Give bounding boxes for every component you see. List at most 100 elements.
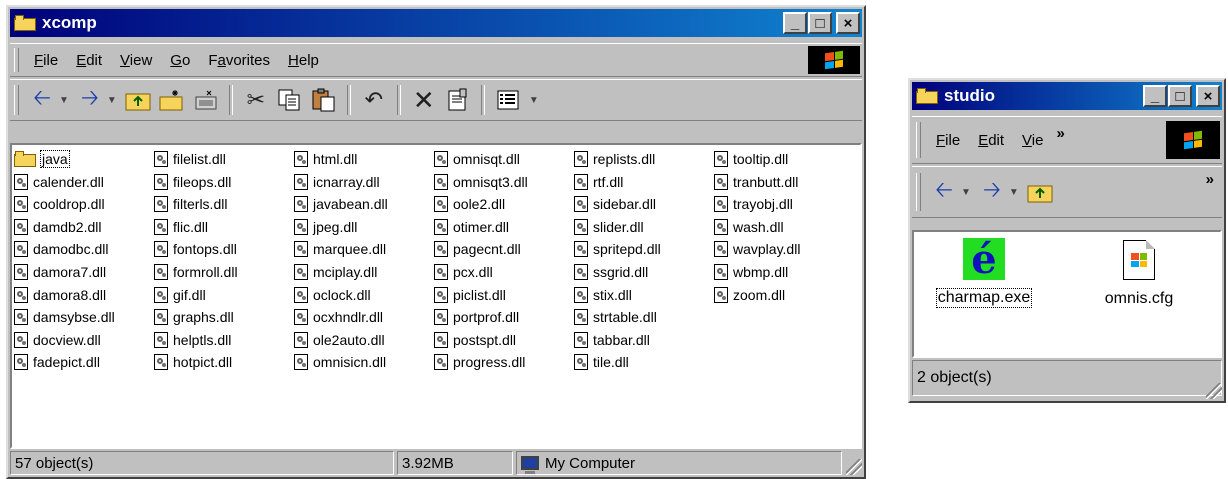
- menu-edit[interactable]: Edit: [67, 52, 111, 69]
- file-item[interactable]: icnarray.dll: [294, 171, 380, 193]
- menu-file[interactable]: File: [25, 52, 67, 69]
- file-item[interactable]: pcx.dll: [434, 261, 493, 283]
- file-item[interactable]: stix.dll: [574, 284, 632, 306]
- toolbar-more-chevron[interactable]: »: [1206, 171, 1214, 188]
- studio-title-bar[interactable]: studio _ □ ×: [912, 82, 1222, 110]
- file-item[interactable]: spritepd.dll: [574, 238, 661, 260]
- file-item[interactable]: gif.dll: [154, 284, 206, 306]
- cut-icon[interactable]: ✂: [241, 85, 271, 115]
- file-item[interactable]: damsybse.dll: [14, 306, 115, 328]
- file-item[interactable]: trayobj.dll: [714, 193, 793, 215]
- maximize-button[interactable]: □: [1168, 85, 1192, 107]
- disconnect-drive-icon[interactable]: [191, 85, 221, 115]
- file-item[interactable]: wavplay.dll: [714, 238, 800, 260]
- file-item[interactable]: hotpict.dll: [154, 351, 232, 373]
- folder-item[interactable]: java: [14, 148, 70, 170]
- menu-help[interactable]: Help: [279, 52, 328, 69]
- file-item[interactable]: wbmp.dll: [714, 261, 788, 283]
- delete-icon[interactable]: ✕: [409, 85, 439, 115]
- file-item[interactable]: filterls.dll: [154, 193, 227, 215]
- close-button[interactable]: ×: [1196, 85, 1220, 107]
- menu-edit[interactable]: Edit: [969, 132, 1013, 149]
- toolbar-grip[interactable]: [14, 85, 19, 115]
- toolbar-grip[interactable]: [916, 173, 921, 211]
- file-item[interactable]: pagecnt.dll: [434, 238, 521, 260]
- up-folder-icon[interactable]: [123, 85, 153, 115]
- resize-grip[interactable]: [1206, 383, 1222, 399]
- file-item[interactable]: mciplay.dll: [294, 261, 377, 283]
- xcomp-title-bar[interactable]: xcomp _ □ ×: [10, 9, 862, 37]
- file-item[interactable]: progress.dll: [434, 351, 525, 373]
- file-item[interactable]: piclist.dll: [434, 284, 506, 306]
- file-item[interactable]: tranbutt.dll: [714, 171, 798, 193]
- forward-dropdown-icon[interactable]: ▼: [1009, 187, 1019, 198]
- forward-dropdown-icon[interactable]: ▼: [107, 95, 117, 106]
- menu-grip[interactable]: [916, 122, 921, 158]
- file-item[interactable]: replists.dll: [574, 148, 655, 170]
- file-item[interactable]: fontops.dll: [154, 238, 237, 260]
- views-icon[interactable]: [493, 85, 523, 115]
- file-list[interactable]: java calender.dll cooldrop.dll damdb2.dll da…: [10, 143, 862, 449]
- back-dropdown-icon[interactable]: ▼: [59, 95, 69, 106]
- file-item[interactable]: tabbar.dll: [574, 329, 650, 351]
- map-drive-icon[interactable]: [157, 85, 187, 115]
- minimize-button[interactable]: _: [1143, 85, 1167, 107]
- file-item[interactable]: javabean.dll: [294, 193, 388, 215]
- file-item[interactable]: omnisqt3.dll: [434, 171, 528, 193]
- copy-icon[interactable]: [275, 85, 305, 115]
- menu-favorites[interactable]: Favorites: [199, 52, 279, 69]
- views-dropdown-icon[interactable]: ▼: [529, 95, 539, 106]
- file-item[interactable]: damora8.dll: [14, 284, 106, 306]
- file-item[interactable]: marquee.dll: [294, 238, 386, 260]
- file-item[interactable]: ocxhndlr.dll: [294, 306, 383, 328]
- file-item[interactable]: fadepict.dll: [14, 351, 100, 373]
- file-item[interactable]: jpeg.dll: [294, 216, 357, 238]
- file-item[interactable]: fileops.dll: [154, 171, 231, 193]
- file-item[interactable]: formroll.dll: [154, 261, 238, 283]
- file-item[interactable]: otimer.dll: [434, 216, 509, 238]
- file-item[interactable]: flic.dll: [154, 216, 208, 238]
- forward-arrow-icon[interactable]: 🡢: [75, 85, 105, 115]
- file-item[interactable]: oole2.dll: [434, 193, 505, 215]
- file-item[interactable]: strtable.dll: [574, 306, 657, 328]
- close-button[interactable]: ×: [836, 12, 860, 34]
- file-item[interactable]: zoom.dll: [714, 284, 785, 306]
- back-arrow-icon[interactable]: 🡠: [27, 85, 57, 115]
- file-item[interactable]: helptls.dll: [154, 329, 231, 351]
- file-item[interactable]: wash.dll: [714, 216, 784, 238]
- file-view[interactable]: é charmap.exe omnis.cfg: [912, 230, 1222, 358]
- resize-grip[interactable]: [846, 459, 862, 475]
- file-item[interactable]: damora7.dll: [14, 261, 106, 283]
- file-item[interactable]: postspt.dll: [434, 329, 516, 351]
- menu-view[interactable]: View: [111, 52, 161, 69]
- menu-grip[interactable]: [14, 48, 19, 72]
- file-item[interactable]: docview.dll: [14, 329, 101, 351]
- file-item[interactable]: portprof.dll: [434, 306, 519, 328]
- file-item[interactable]: sidebar.dll: [574, 193, 656, 215]
- file-item[interactable]: tile.dll: [574, 351, 629, 373]
- minimize-button[interactable]: _: [783, 12, 807, 34]
- maximize-button[interactable]: □: [808, 12, 832, 34]
- back-arrow-icon[interactable]: 🡠: [929, 177, 959, 207]
- undo-icon[interactable]: ↶: [359, 85, 389, 115]
- file-item[interactable]: slider.dll: [574, 216, 644, 238]
- menu-file[interactable]: File: [927, 132, 969, 149]
- menu-vie[interactable]: Vie: [1013, 132, 1052, 149]
- properties-icon[interactable]: [443, 85, 473, 115]
- file-item[interactable]: ole2auto.dll: [294, 329, 385, 351]
- paste-icon[interactable]: [309, 85, 339, 115]
- file-item[interactable]: graphs.dll: [154, 306, 234, 328]
- file-item[interactable]: cooldrop.dll: [14, 193, 105, 215]
- file-item[interactable]: calender.dll: [14, 171, 104, 193]
- charmap-exe-item[interactable]: é charmap.exe: [924, 236, 1044, 308]
- file-item[interactable]: tooltip.dll: [714, 148, 788, 170]
- menu-go[interactable]: Go: [161, 52, 199, 69]
- menu-more-chevron[interactable]: »: [1052, 125, 1068, 142]
- forward-arrow-icon[interactable]: 🡢: [977, 177, 1007, 207]
- file-item[interactable]: filelist.dll: [154, 148, 226, 170]
- file-item[interactable]: omnisicn.dll: [294, 351, 386, 373]
- file-item[interactable]: html.dll: [294, 148, 357, 170]
- file-item[interactable]: damdb2.dll: [14, 216, 102, 238]
- file-item[interactable]: ssgrid.dll: [574, 261, 648, 283]
- file-item[interactable]: omnisqt.dll: [434, 148, 520, 170]
